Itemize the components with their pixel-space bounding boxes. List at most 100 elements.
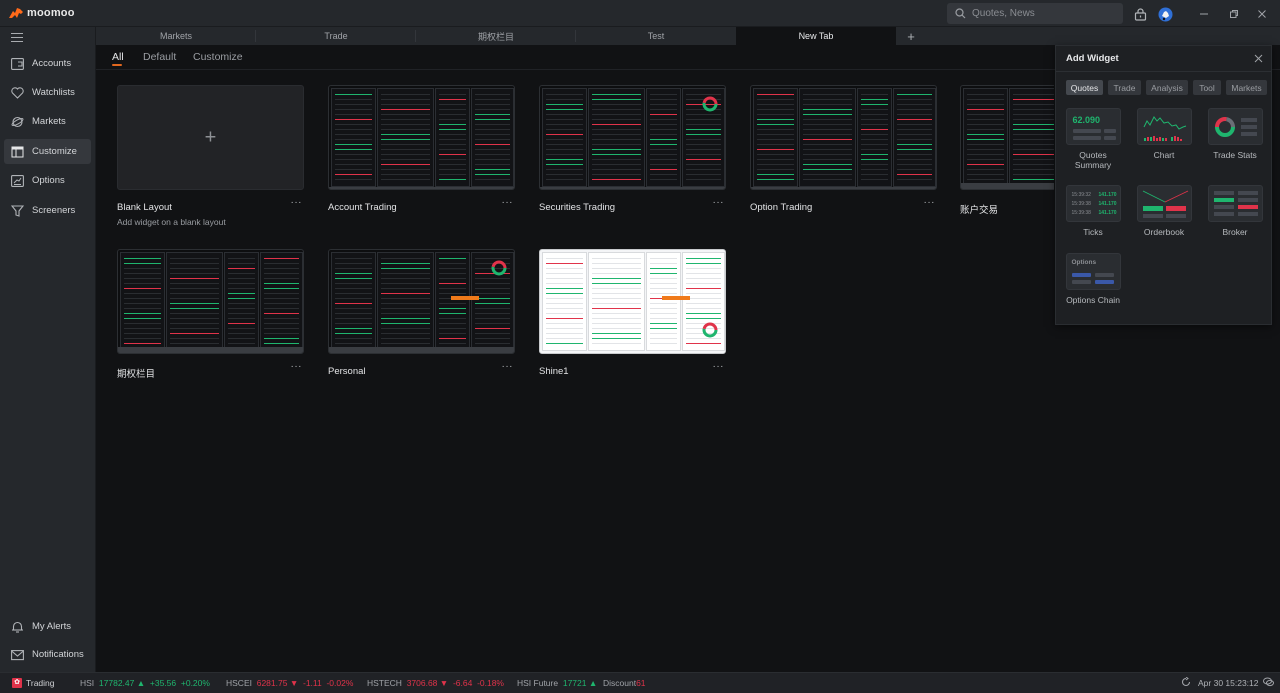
discount-value: 61 [636, 678, 646, 688]
preview-panel [646, 252, 681, 351]
minimize-icon [1200, 13, 1208, 15]
preview-row [967, 99, 1004, 100]
more-options-button[interactable]: ··· [502, 197, 514, 208]
subtab-customize[interactable]: Customize [193, 51, 243, 63]
preview-row [264, 268, 299, 269]
layout-preview-thumbnail[interactable] [539, 85, 726, 190]
preview-row [757, 169, 794, 170]
category-markets[interactable]: Markets [1226, 80, 1267, 95]
preview-row [264, 263, 299, 264]
more-options-button[interactable]: ··· [713, 361, 725, 372]
preview-row [381, 308, 430, 309]
more-options-button[interactable]: ··· [502, 361, 514, 372]
tab-markets[interactable]: Markets [96, 27, 256, 45]
sidebar-item-markets[interactable]: Markets [4, 109, 91, 134]
search-input[interactable] [972, 8, 1112, 19]
preview-panel [377, 88, 434, 187]
preview-row [439, 164, 466, 165]
layout-card[interactable]: Option Trading ··· [750, 85, 937, 214]
broker-icon [1213, 191, 1258, 216]
tab-label: New Tab [798, 31, 834, 41]
layout-preview-thumbnail[interactable] [117, 249, 304, 354]
preview-row [546, 174, 583, 175]
index-change: +35.56 [149, 678, 177, 688]
layout-card[interactable]: 期权栏目 ··· [117, 249, 304, 380]
more-options-button[interactable]: ··· [713, 197, 725, 208]
layout-card[interactable]: Shine1 ··· [539, 249, 726, 378]
category-trade[interactable]: Trade [1108, 80, 1141, 95]
chat-button[interactable] [1263, 677, 1274, 689]
preview-row [592, 114, 641, 115]
sidebar-item-my-alerts[interactable]: My Alerts [4, 614, 91, 639]
add-tab-button[interactable]: + [896, 27, 926, 45]
layout-card[interactable]: + Blank Layout Add widget on a blank layou… [117, 85, 304, 227]
index-hscei[interactable]: HSCEI 6281.75 ▼ -1.11 -0.02% [226, 678, 353, 688]
sidebar-item-screeners[interactable]: Screeners [4, 198, 91, 223]
tab-test[interactable]: Test [576, 27, 736, 45]
quotes-summary-preview: 62.090 [1065, 108, 1121, 145]
category-quotes[interactable]: Quotes [1066, 80, 1103, 95]
sidebar-item-notifications[interactable]: Notifications [4, 642, 91, 667]
menu-toggle[interactable] [11, 33, 23, 43]
close-button[interactable] [1254, 6, 1270, 22]
preview-row [546, 263, 583, 264]
trading-status[interactable]: ✿ Trading [12, 678, 55, 688]
preview-row [170, 313, 219, 314]
layout-card[interactable]: Securities Trading ··· [539, 85, 726, 214]
preview-footer [329, 347, 514, 353]
more-options-button[interactable]: ··· [291, 197, 303, 208]
blank-layout-thumbnail[interactable]: + [117, 85, 304, 190]
preview-row [439, 288, 466, 289]
index-hsi[interactable]: HSI 17782.47 ▲ +35.56 +0.20% [80, 678, 210, 688]
search-box[interactable] [947, 3, 1123, 24]
more-options-button[interactable]: ··· [291, 361, 303, 372]
preview-row [264, 258, 299, 259]
layout-preview-thumbnail[interactable] [328, 85, 515, 190]
preview-row [335, 303, 372, 304]
restore-button[interactable] [1226, 6, 1242, 22]
layout-card[interactable]: Personal ··· [328, 249, 515, 378]
widget-ticks[interactable]: 15:39:32 15:39:38 15:39:38 141.170 141.1… [1065, 185, 1121, 238]
layout-card[interactable]: Account Trading ··· [328, 85, 515, 214]
preview-row [124, 328, 161, 329]
subtab-all[interactable]: All [112, 51, 124, 66]
preview-order-button [662, 296, 690, 300]
sidebar-item-customize[interactable]: Customize [4, 139, 91, 164]
preview-row [170, 258, 219, 259]
preview-row [475, 318, 510, 319]
minimize-button[interactable] [1196, 6, 1212, 22]
layout-preview-thumbnail[interactable] [750, 85, 937, 190]
preview-row [803, 174, 852, 175]
preview-row [803, 119, 852, 120]
more-options-button[interactable]: ··· [924, 197, 936, 208]
hsi-future[interactable]: HSI Future 17721 ▲ [517, 678, 597, 688]
preview-row [546, 273, 583, 274]
donut-chart-icon [1214, 117, 1257, 137]
layout-preview-thumbnail[interactable] [328, 249, 515, 354]
lock-button[interactable] [1132, 6, 1148, 22]
tab-options-column[interactable]: 期权栏目 [416, 27, 576, 45]
widget-broker[interactable]: Broker [1207, 185, 1263, 238]
tab-new-tab[interactable]: New Tab [736, 27, 896, 45]
preview-row [381, 159, 430, 160]
widget-chart[interactable]: Chart [1136, 108, 1192, 161]
subtab-default[interactable]: Default [143, 51, 176, 63]
sidebar-item-options[interactable]: Options [4, 168, 91, 193]
widget-options-chain[interactable]: Options Options Chain [1065, 253, 1121, 306]
widget-orderbook[interactable]: Orderbook [1136, 185, 1192, 238]
close-panel-button[interactable] [1254, 52, 1263, 66]
refresh-button[interactable] [1181, 676, 1191, 689]
sidebar-item-accounts[interactable]: Accounts [4, 51, 91, 76]
avatar[interactable] [1157, 6, 1173, 22]
widget-trade-stats[interactable]: Trade Stats [1207, 108, 1263, 161]
index-hstech[interactable]: HSTECH 3706.68 ▼ -6.64 -0.18% [367, 678, 504, 688]
menu-icon-line [11, 33, 23, 34]
category-tool[interactable]: Tool [1193, 80, 1221, 95]
sidebar-item-watchlists[interactable]: Watchlists [4, 80, 91, 105]
preview-row [381, 288, 430, 289]
widget-quotes-summary[interactable]: 62.090 Quotes Summary [1065, 108, 1121, 170]
mail-icon [11, 649, 24, 660]
tab-trade[interactable]: Trade [256, 27, 416, 45]
category-analysis[interactable]: Analysis [1146, 80, 1188, 95]
layout-preview-thumbnail[interactable] [539, 249, 726, 354]
